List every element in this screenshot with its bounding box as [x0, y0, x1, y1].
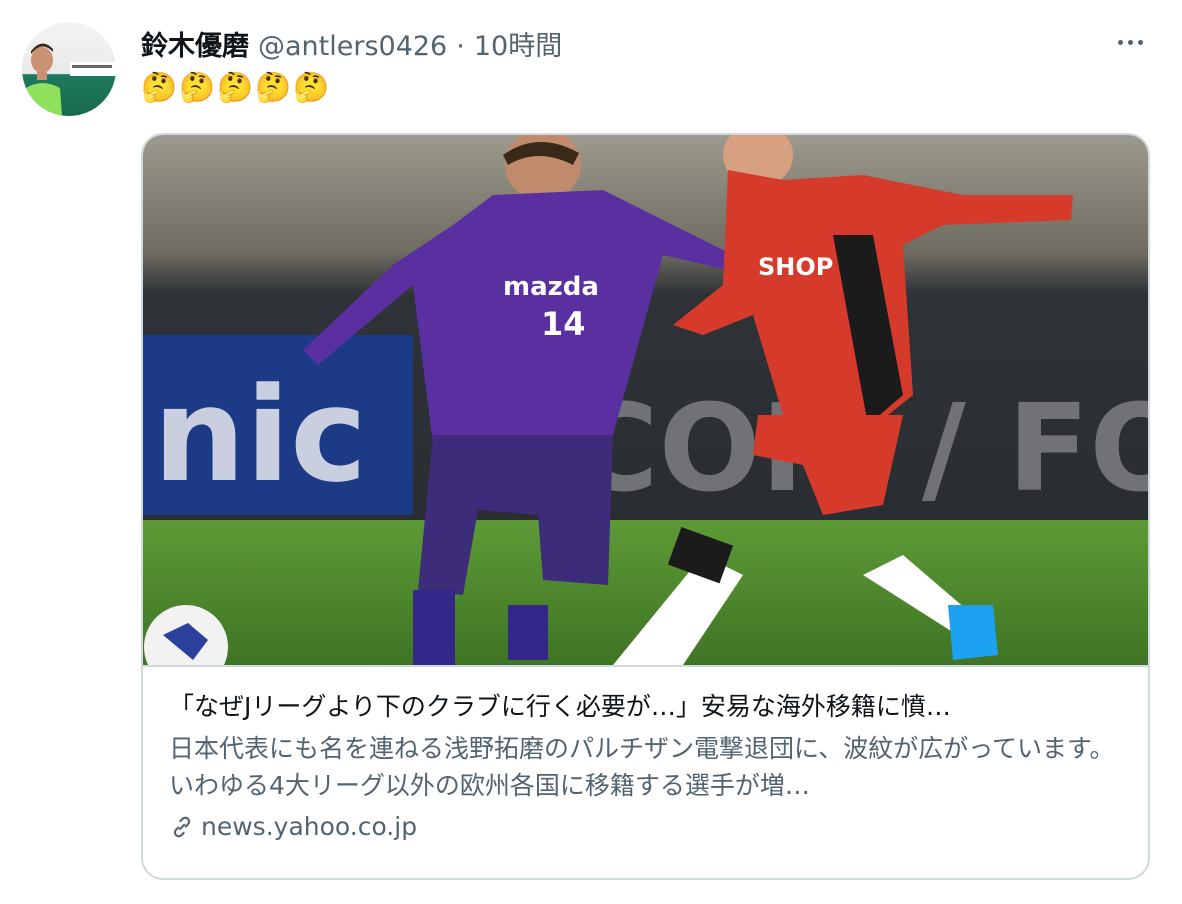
svg-text:SHOP: SHOP: [758, 253, 833, 281]
svg-text:nic: nic: [153, 359, 367, 511]
more-options-button[interactable]: [1112, 28, 1148, 56]
tweet-header: 鈴木優磨 @antlers0426 · 10時間: [141, 24, 562, 63]
more-horizontal-icon-dot: [1127, 39, 1133, 45]
card-image[interactable]: nic E.COM / FO mazda 14 SHOP: [143, 135, 1148, 667]
card-title[interactable]: 「なぜJリーグより下のクラブに行く必要が…」安易な海外移籍に憤…: [169, 690, 1128, 724]
author-handle[interactable]: @antlers0426: [258, 31, 447, 62]
more-horizontal-icon: [1117, 39, 1123, 45]
card-description: 日本代表にも名を連ねる浅野拓磨のパルチザン電撃退団に、波紋が広がっています。いわ…: [169, 734, 1115, 800]
tweet-text: 🤔🤔🤔🤔🤔: [141, 70, 332, 104]
svg-text:14: 14: [541, 305, 586, 343]
link-preview-card[interactable]: nic E.COM / FO mazda 14 SHOP 「なぜJリーグより下の…: [141, 133, 1150, 880]
author-avatar[interactable]: [22, 22, 116, 116]
card-photo: nic E.COM / FO mazda 14 SHOP: [143, 135, 1148, 665]
more-horizontal-icon-dot: [1137, 39, 1143, 45]
avatar-image: [24, 43, 116, 116]
card-body[interactable]: 「なぜJリーグより下のクラブに行く必要が…」安易な海外移籍に憤… 日本代表にも名…: [169, 690, 1128, 841]
link-icon: [173, 816, 191, 837]
card-domain: news.yahoo.co.jp: [201, 812, 418, 841]
tweet-timestamp[interactable]: 10時間: [474, 24, 562, 63]
separator-dot: ·: [456, 31, 465, 62]
author-name[interactable]: 鈴木優磨: [141, 24, 249, 63]
svg-text:mazda: mazda: [503, 272, 599, 302]
card-source[interactable]: news.yahoo.co.jp: [169, 812, 1128, 841]
